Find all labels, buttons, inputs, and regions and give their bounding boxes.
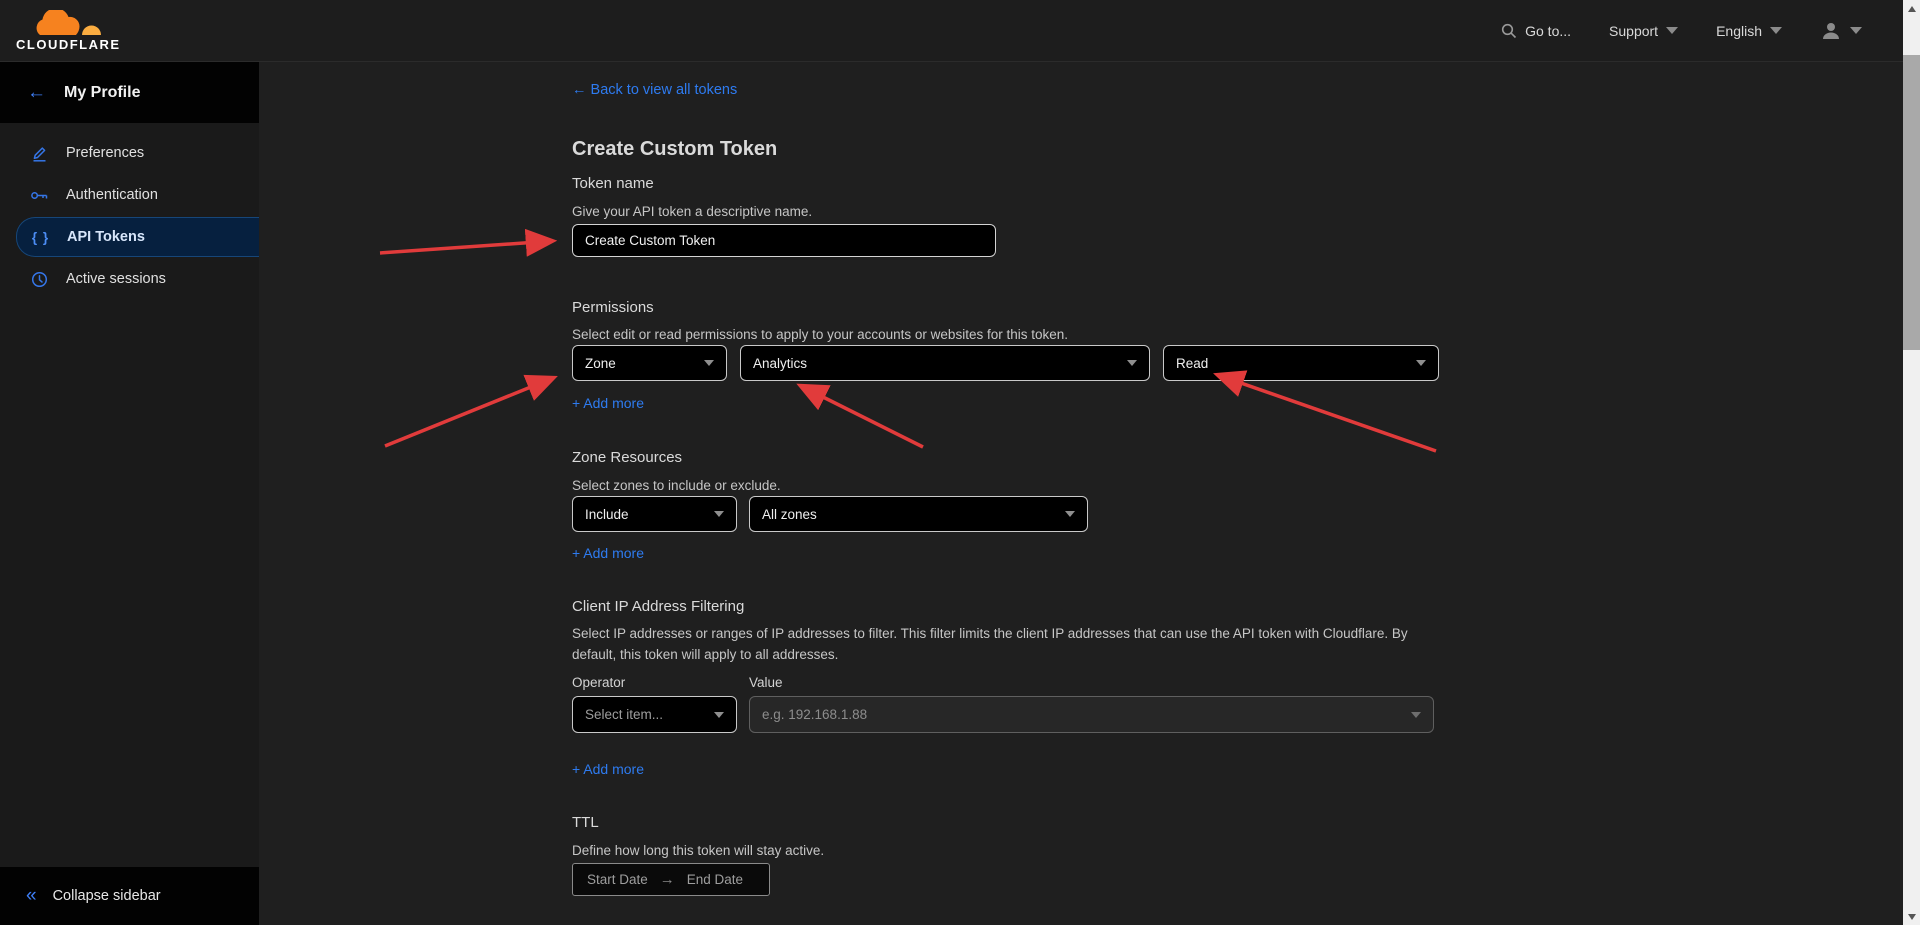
zone-include-value: Include bbox=[585, 507, 629, 522]
value-label: Value bbox=[749, 675, 783, 690]
zone-resources-add-more-link[interactable]: + Add more bbox=[572, 545, 644, 561]
chevron-down-icon bbox=[1770, 27, 1782, 34]
user-icon bbox=[1820, 20, 1842, 42]
page-title: Create Custom Token bbox=[572, 138, 777, 161]
sidebar-item-api-tokens[interactable]: { } API Tokens bbox=[16, 217, 259, 257]
operator-placeholder: Select item... bbox=[585, 707, 663, 722]
sidebar-item-authentication[interactable]: Authentication bbox=[16, 175, 259, 215]
chevron-down-icon bbox=[1850, 27, 1862, 34]
account-menu[interactable] bbox=[1820, 20, 1862, 42]
logo-wordmark: CLOUDFLARE bbox=[16, 37, 121, 52]
token-name-description: Give your API token a descriptive name. bbox=[572, 201, 812, 222]
chevron-down-icon bbox=[714, 511, 724, 517]
permission-group-value: Analytics bbox=[753, 356, 807, 371]
scrollbar bbox=[1903, 0, 1920, 925]
token-name-input[interactable] bbox=[572, 224, 996, 257]
operator-label: Operator bbox=[572, 675, 625, 690]
permission-group-select[interactable]: Analytics bbox=[740, 345, 1150, 381]
ip-filtering-label: Client IP Address Filtering bbox=[572, 598, 744, 615]
collapse-sidebar-button[interactable]: « Collapse sidebar bbox=[0, 867, 259, 925]
double-chevron-left-icon: « bbox=[26, 885, 37, 907]
main-content: ← Back to view all tokens Create Custom … bbox=[259, 62, 1903, 925]
support-label: Support bbox=[1609, 23, 1658, 39]
ttl-label: TTL bbox=[572, 814, 599, 831]
back-arrow-icon[interactable]: ← bbox=[27, 82, 46, 104]
scrollbar-thumb[interactable] bbox=[1903, 55, 1920, 350]
chevron-down-icon bbox=[1411, 712, 1421, 718]
search-icon bbox=[1501, 23, 1517, 39]
sidebar-nav: Preferences Authentication { } API Token… bbox=[0, 123, 259, 299]
sidebar-item-preferences[interactable]: Preferences bbox=[16, 133, 259, 173]
operator-select[interactable]: Select item... bbox=[572, 696, 737, 733]
scrollbar-up-button[interactable] bbox=[1903, 0, 1920, 17]
sidebar-item-label: Authentication bbox=[66, 187, 158, 203]
permission-scope-select[interactable]: Zone bbox=[572, 345, 727, 381]
zone-resources-label: Zone Resources bbox=[572, 449, 682, 466]
cloudflare-logo[interactable]: CLOUDFLARE bbox=[16, 10, 121, 52]
collapse-sidebar-label: Collapse sidebar bbox=[53, 888, 161, 904]
triangle-up-icon bbox=[1908, 6, 1916, 12]
chevron-down-icon bbox=[1666, 27, 1678, 34]
token-name-label: Token name bbox=[572, 175, 654, 192]
sidebar-title: My Profile bbox=[64, 84, 140, 102]
zone-resources-description: Select zones to include or exclude. bbox=[572, 475, 781, 496]
permissions-label: Permissions bbox=[572, 299, 654, 316]
ip-filtering-add-more-link[interactable]: + Add more bbox=[572, 761, 644, 777]
zone-include-select[interactable]: Include bbox=[572, 496, 737, 532]
support-menu[interactable]: Support bbox=[1609, 23, 1678, 39]
ip-value-field[interactable]: e.g. 192.168.1.88 bbox=[749, 696, 1434, 733]
triangle-down-icon bbox=[1908, 914, 1916, 920]
chevron-down-icon bbox=[714, 712, 724, 718]
language-label: English bbox=[1716, 23, 1762, 39]
goto-search[interactable]: Go to... bbox=[1501, 23, 1571, 39]
ttl-date-range-picker[interactable]: Start Date → End Date bbox=[572, 863, 770, 896]
braces-icon: { } bbox=[31, 228, 50, 247]
arrow-right-icon: → bbox=[660, 871, 675, 888]
scrollbar-down-button[interactable] bbox=[1903, 908, 1920, 925]
chevron-down-icon bbox=[1127, 360, 1137, 366]
ip-value-placeholder: e.g. 192.168.1.88 bbox=[762, 707, 867, 722]
start-date-label: Start Date bbox=[587, 872, 648, 887]
chevron-down-icon bbox=[1065, 511, 1075, 517]
topbar-menu: Go to... Support English bbox=[1501, 20, 1862, 42]
cloudflare-cloud-icon bbox=[32, 10, 104, 36]
zone-scope-value: All zones bbox=[762, 507, 817, 522]
sidebar-item-label: Active sessions bbox=[66, 271, 166, 287]
language-menu[interactable]: English bbox=[1716, 23, 1782, 39]
ttl-description: Define how long this token will stay act… bbox=[572, 840, 824, 861]
topbar: CLOUDFLARE Go to... Support English bbox=[0, 0, 1920, 62]
end-date-label: End Date bbox=[687, 872, 743, 887]
chevron-down-icon bbox=[1416, 360, 1426, 366]
ip-filtering-description: Select IP addresses or ranges of IP addr… bbox=[572, 623, 1444, 665]
sidebar-item-label: Preferences bbox=[66, 145, 144, 161]
pencil-icon bbox=[30, 144, 49, 163]
back-to-tokens-link[interactable]: ← Back to view all tokens bbox=[572, 82, 737, 98]
clock-icon bbox=[30, 270, 49, 289]
key-icon bbox=[30, 186, 49, 205]
permission-level-select[interactable]: Read bbox=[1163, 345, 1439, 381]
permission-scope-value: Zone bbox=[585, 356, 616, 371]
goto-label: Go to... bbox=[1525, 23, 1571, 39]
zone-scope-select[interactable]: All zones bbox=[749, 496, 1088, 532]
sidebar-header: ← My Profile bbox=[0, 62, 259, 123]
permissions-add-more-link[interactable]: + Add more bbox=[572, 395, 644, 411]
sidebar-item-active-sessions[interactable]: Active sessions bbox=[16, 259, 259, 299]
permission-level-value: Read bbox=[1176, 356, 1208, 371]
permissions-description: Select edit or read permissions to apply… bbox=[572, 324, 1068, 345]
sidebar: ← My Profile Preferences Authentication bbox=[0, 62, 259, 925]
sidebar-item-label: API Tokens bbox=[67, 229, 145, 245]
chevron-down-icon bbox=[704, 360, 714, 366]
